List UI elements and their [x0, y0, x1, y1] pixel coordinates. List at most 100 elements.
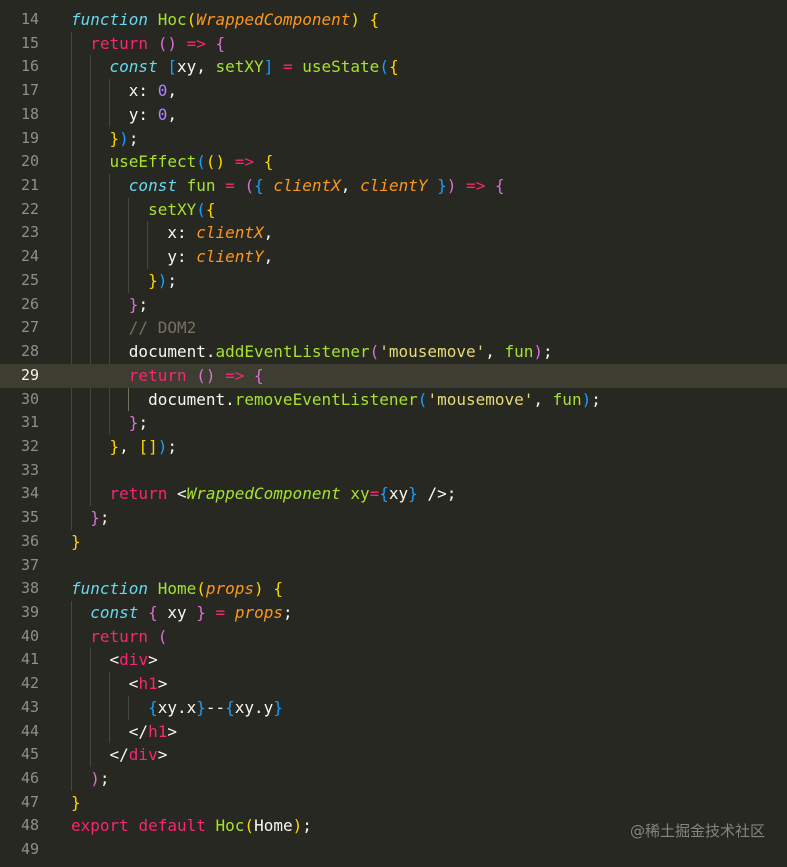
- code-token: (: [417, 389, 428, 409]
- code-text: function Home(props) {: [71, 577, 283, 601]
- code-line[interactable]: 45 </div>: [0, 743, 787, 767]
- code-token: ;: [167, 270, 177, 290]
- code-text: document.addEventListener('mousemove', f…: [71, 340, 553, 364]
- code-token: </: [71, 721, 149, 741]
- code-token: useState: [302, 57, 380, 77]
- code-text: });: [71, 127, 139, 151]
- code-line[interactable]: 21 const fun = ({ clientX, clientY }) =>…: [0, 174, 787, 198]
- code-token: setXY: [215, 57, 264, 77]
- code-token: >: [157, 674, 168, 694]
- code-token: (): [205, 152, 226, 172]
- code-line[interactable]: 17 x: 0,: [0, 79, 787, 103]
- code-line[interactable]: 44 </h1>: [0, 720, 787, 744]
- code-text: x: 0,: [71, 79, 177, 103]
- line-number: 24: [20, 247, 39, 266]
- code-token: >: [148, 650, 158, 670]
- code-token: ,: [263, 247, 274, 267]
- line-number: 44: [20, 721, 39, 740]
- code-line[interactable]: 39 const { xy } = props;: [0, 601, 787, 625]
- line-number: 16: [20, 57, 39, 76]
- code-line[interactable]: 32 }, []);: [0, 435, 787, 459]
- code-token: =: [369, 484, 380, 504]
- code-line[interactable]: 43 {xy.x}--{xy.y}: [0, 696, 787, 720]
- code-token: (): [196, 365, 216, 385]
- code-line[interactable]: 35 };: [0, 506, 787, 530]
- line-number: 25: [20, 270, 39, 289]
- code-line[interactable]: 29 return () => {: [0, 363, 787, 388]
- code-token: ,: [533, 389, 553, 409]
- code-line[interactable]: 15 return () => {: [0, 32, 787, 56]
- code-line[interactable]: 30 document.removeEventListener('mousemo…: [0, 388, 787, 412]
- code-token: >: [167, 721, 177, 741]
- code-line[interactable]: 36}: [0, 530, 787, 554]
- code-line[interactable]: 14 function Hoc(WrappedComponent) {: [0, 8, 787, 32]
- code-token: xy: [388, 484, 409, 504]
- code-line[interactable]: 37: [0, 554, 787, 578]
- code-token: return: [109, 484, 168, 504]
- code-token: {: [148, 697, 158, 717]
- code-line[interactable]: 31 };: [0, 411, 787, 435]
- code-editor[interactable]: 14 function Hoc(WrappedComponent) {15 ret…: [0, 0, 787, 867]
- code-line[interactable]: 40 return (: [0, 625, 787, 649]
- line-number: 39: [20, 603, 39, 621]
- code-line[interactable]: 28 document.addEventListener('mousemove'…: [0, 340, 787, 364]
- code-line[interactable]: 26 };: [0, 293, 787, 317]
- code-token: fun: [504, 342, 534, 362]
- code-line[interactable]: 46 );: [0, 767, 787, 791]
- code-text: return () => {: [71, 32, 225, 56]
- code-token: }: [196, 603, 206, 622]
- code-text: export default Hoc(Home);: [71, 814, 312, 838]
- code-token: ): [350, 10, 361, 29]
- line-number: 17: [20, 81, 39, 100]
- code-line[interactable]: 47}: [0, 791, 787, 815]
- code-token: }: [273, 697, 283, 717]
- code-token: <: [167, 484, 187, 504]
- code-line[interactable]: 33: [0, 459, 787, 483]
- code-line[interactable]: 23 x: clientX,: [0, 221, 787, 245]
- code-token: {: [273, 579, 283, 599]
- code-token: (: [157, 626, 168, 646]
- code-line[interactable]: 38 function Home(props) {: [0, 577, 787, 601]
- code-token: []: [138, 436, 158, 456]
- code-token: }: [71, 792, 81, 812]
- code-line[interactable]: 41 <div>: [0, 648, 787, 672]
- code-token: ): [581, 389, 592, 409]
- code-line[interactable]: 24 y: clientY,: [0, 245, 787, 269]
- code-line[interactable]: 19 });: [0, 127, 787, 151]
- code-line[interactable]: 42 <h1>: [0, 672, 787, 696]
- code-token: xy: [350, 484, 370, 504]
- code-text: );: [71, 767, 109, 791]
- code-token: (: [196, 152, 206, 172]
- code-line[interactable]: 27 // DOM2: [0, 316, 787, 340]
- code-line[interactable]: 22 setXY({: [0, 198, 787, 222]
- code-token: ): [533, 342, 544, 362]
- code-token: function: [71, 579, 149, 599]
- code-token: const: [90, 603, 139, 622]
- code-text: y: clientY,: [71, 245, 273, 269]
- line-number: 18: [20, 104, 39, 123]
- code-token: ,: [340, 176, 361, 196]
- code-line[interactable]: 34 return <WrappedComponent xy={xy} />;: [0, 482, 787, 506]
- code-token: (: [244, 176, 255, 196]
- code-token: x:: [71, 81, 158, 101]
- code-line[interactable]: 49: [0, 838, 787, 862]
- line-number: 28: [20, 342, 39, 361]
- code-token: ;: [591, 389, 601, 409]
- code-token: setXY: [148, 199, 197, 219]
- code-line[interactable]: 20 useEffect(() => {: [0, 150, 787, 174]
- code-line[interactable]: 18 y: 0,: [0, 103, 787, 127]
- code-line[interactable]: 25 });: [0, 269, 787, 293]
- code-line[interactable]: 16 const [xy, setXY] = useState({: [0, 55, 787, 79]
- line-number: 34: [20, 484, 39, 503]
- code-token: <: [71, 650, 120, 670]
